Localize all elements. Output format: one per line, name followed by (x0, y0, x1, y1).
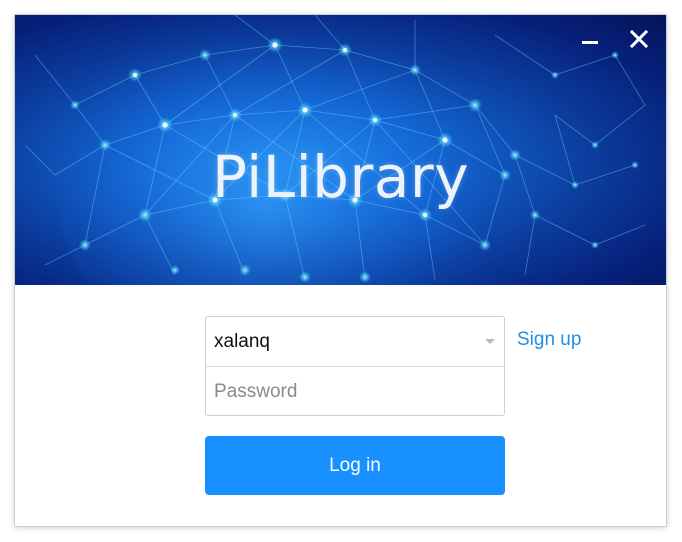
username-input[interactable] (214, 329, 464, 355)
login-button[interactable]: Log in (205, 436, 505, 495)
header-banner: PiLibrary (15, 15, 666, 285)
login-form: Sign up Log in (15, 285, 666, 526)
username-combobox (206, 317, 504, 367)
minimize-icon[interactable] (578, 27, 602, 51)
password-input[interactable] (214, 379, 494, 405)
credentials-field-group (205, 316, 505, 416)
app-title: PiLibrary (211, 143, 470, 211)
login-window: PiLibrary Sign up Log in (15, 15, 666, 526)
chevron-down-icon[interactable] (485, 339, 495, 344)
close-icon[interactable] (627, 27, 651, 51)
sign-up-link[interactable]: Sign up (517, 329, 581, 351)
